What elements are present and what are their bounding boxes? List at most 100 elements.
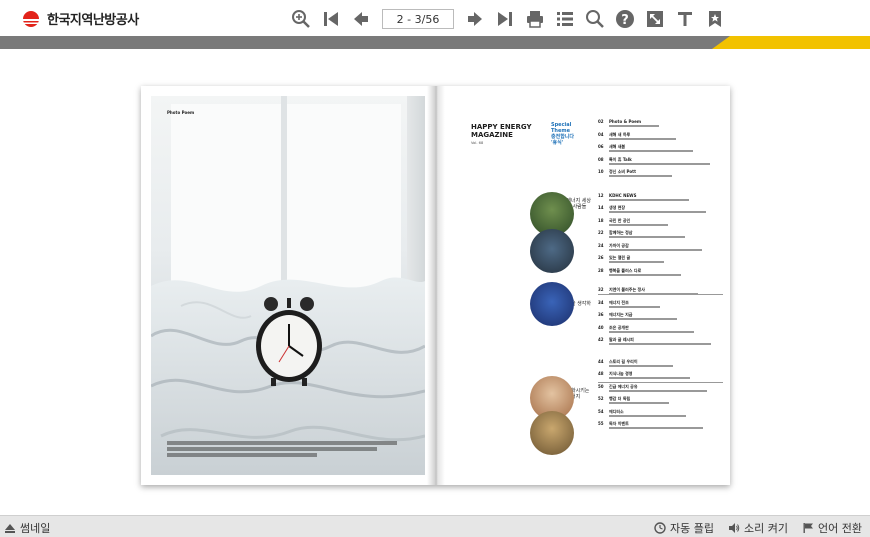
bookmark-icon <box>709 11 721 27</box>
sound-button[interactable]: 소리 켜기 <box>728 520 788 536</box>
toc-page-number: 22 <box>598 230 604 235</box>
print-icon <box>527 11 543 28</box>
clock-icon <box>654 522 666 534</box>
toc-page-number: 02 <box>598 119 604 124</box>
toc-item[interactable]: 34 에너지 전조 <box>598 300 723 310</box>
toc-item[interactable]: 08 특이 휴 Talk <box>598 157 723 167</box>
toc-item[interactable]: 22 함께하는 정삼 <box>598 230 723 240</box>
toc-item[interactable]: 32 지엔이 불러주는 정사 <box>598 287 723 297</box>
speaker-icon <box>729 523 740 533</box>
toc-item[interactable]: 36 에너지는 지금 <box>598 312 723 322</box>
toc-subtitle-line <box>609 376 723 381</box>
toc-item[interactable]: 55 독자 이벤트 <box>598 421 723 431</box>
toc-subtitle-line <box>609 364 723 369</box>
toc-item[interactable]: 48 지식나눔 경영 <box>598 371 723 381</box>
alarm-clock-photo: Photo Poem <box>151 96 425 475</box>
toc-page-number: 42 <box>598 337 604 342</box>
svg-text:?: ? <box>621 13 629 28</box>
toc-page-number: 06 <box>598 144 604 149</box>
photo-poem-label: Photo Poem <box>167 110 195 115</box>
toc-page-number: 24 <box>598 242 604 248</box>
toc-page-number: 12 <box>598 192 604 198</box>
toc-item[interactable]: 40 조은 공개판 <box>598 325 723 335</box>
toc-page-number: 26 <box>598 255 604 260</box>
toc-page-number: 08 <box>598 156 604 162</box>
search-icon <box>586 10 604 28</box>
last-page-button[interactable] <box>490 8 520 30</box>
eject-icon <box>5 524 15 533</box>
toolbar-tools: 2 - 3/56 ? <box>286 8 730 30</box>
help-icon: ? <box>616 10 634 28</box>
autoflip-button[interactable]: 자동 플립 <box>654 520 714 536</box>
change-photo-circle <box>530 411 574 455</box>
environment-photo-circle <box>530 282 574 326</box>
toc-subtitle-line <box>609 317 723 322</box>
help-button[interactable]: ? <box>610 8 640 30</box>
bottom-bar: 썸네일 자동 플립 소리 켜기 언어 전환 <box>0 515 870 537</box>
toc-subtitle-line <box>609 124 723 129</box>
toc-page-number: 32 <box>598 287 604 292</box>
toc-item[interactable]: 06 새해 새봄 <box>598 144 723 154</box>
table-of-contents: 02 Photo & Poem 04 새해 새 하루 06 새해 새봄 08 특이 휴 Tal… <box>598 119 723 434</box>
toc-page-number: 10 <box>598 169 604 174</box>
thumbnail-toggle[interactable]: 썸네일 <box>4 520 50 536</box>
toc-item[interactable]: 28 행복을 플러스 다로 <box>598 268 723 278</box>
next-page-button[interactable] <box>460 8 490 30</box>
toc-subtitle-line <box>609 292 723 297</box>
magazine-title: HAPPY ENERGY MAGAZINE <box>471 123 532 139</box>
toc-item[interactable]: 26 있는 열린 글 <box>598 255 723 265</box>
toc-subtitle-line <box>609 401 723 406</box>
print-button[interactable] <box>520 8 550 30</box>
toc-page-number: 44 <box>598 358 604 364</box>
toc-subtitle-line <box>609 210 723 215</box>
list-button[interactable] <box>550 8 580 30</box>
language-button[interactable]: 언어 전환 <box>802 520 862 536</box>
first-page-button[interactable] <box>316 8 346 30</box>
search-button[interactable] <box>580 8 610 30</box>
toc-subtitle-line <box>609 137 723 142</box>
toc-item[interactable]: 10 정신 소비 Pott <box>598 169 723 179</box>
toc-subtitle-line <box>609 330 723 335</box>
bookmark-button[interactable] <box>700 8 730 30</box>
prev-page-icon <box>354 12 368 26</box>
book-stage: Photo Poem HAPPY ENERGY MAGAZINE Vol. 68… <box>0 49 870 515</box>
toc-item[interactable]: 18 국민 한 공인 <box>598 218 723 228</box>
toc-item[interactable]: 42 말과 글 레시피 <box>598 337 723 347</box>
text-button[interactable] <box>670 8 700 30</box>
toc-item[interactable]: 02 Photo & Poem <box>598 119 723 129</box>
toc-page-number: 34 <box>598 299 604 305</box>
toc-page-number: 55 <box>598 421 604 426</box>
toc-subtitle-line <box>609 174 723 179</box>
autoflip-label: 자동 플립 <box>670 522 715 535</box>
toc-item[interactable]: 50 긴급 에너지 공유 <box>598 384 723 394</box>
toc-page-number: 18 <box>598 217 604 223</box>
fullscreen-button[interactable] <box>640 8 670 30</box>
zoom-in-button[interactable] <box>286 8 316 30</box>
toc-item[interactable]: 12 KDHC NEWS <box>598 193 723 203</box>
list-icon <box>557 12 573 26</box>
page-right[interactable]: HAPPY ENERGY MAGAZINE Vol. 68 Special Th… <box>435 86 730 485</box>
book-spread[interactable]: Photo Poem HAPPY ENERGY MAGAZINE Vol. 68… <box>141 86 730 485</box>
toc-subtitle-line <box>609 149 723 154</box>
toc-subtitle-line <box>609 260 723 265</box>
toc-item[interactable]: 04 새해 새 하루 <box>598 132 723 142</box>
toc-subtitle-line <box>609 198 723 203</box>
toc-page-number: 28 <box>598 267 604 273</box>
toc-item[interactable]: 24 가까이 공감 <box>598 243 723 253</box>
toc-subtitle-line <box>609 414 723 419</box>
toc-item[interactable]: 52 행감 더 독립 <box>598 396 723 406</box>
toc-item[interactable]: 44 스토리 길 우리이 <box>598 359 723 369</box>
page-left[interactable]: Photo Poem <box>141 86 435 485</box>
toc-page-number: 52 <box>598 396 604 401</box>
page-indicator[interactable]: 2 - 3/56 <box>382 9 454 29</box>
logo-mark-icon <box>20 10 42 28</box>
fullscreen-icon <box>647 11 663 27</box>
last-page-icon <box>498 12 512 26</box>
toc-item[interactable]: 14 생생 현장 <box>598 205 723 215</box>
prev-page-button[interactable] <box>346 8 376 30</box>
magazine-issue: Vol. 68 <box>471 141 484 145</box>
toc-item[interactable]: 54 에디터소 <box>598 409 723 419</box>
toc-subtitle-line <box>609 273 723 278</box>
people-photo-circle <box>530 229 574 273</box>
kdhc-logo: 한국지역난방공사 <box>20 9 139 28</box>
